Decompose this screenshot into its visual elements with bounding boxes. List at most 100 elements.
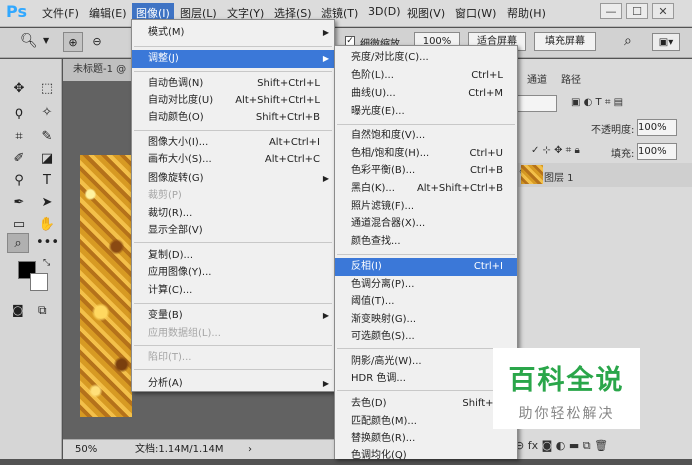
menu-item-exposure[interactable]: 曝光度(E)... — [335, 103, 517, 121]
fill-screen-button[interactable]: 填充屏幕 — [534, 32, 596, 51]
menu-item-color-balance[interactable]: 色彩平衡(B)... Ctrl+B — [335, 162, 517, 180]
eyedropper-icon[interactable]: ✎ — [36, 127, 58, 147]
menu-item-desaturate[interactable]: 去色(D)Shift+Ctrl+U — [335, 395, 527, 413]
tab-paths[interactable]: 路径 — [561, 71, 581, 86]
close-button[interactable]: ✕ — [652, 3, 674, 19]
type-tool-icon[interactable]: T — [36, 171, 58, 191]
zoom-in-icon[interactable]: ⊕ — [63, 32, 83, 52]
menu-item-mode[interactable]: 模式(M) ▶ — [132, 24, 334, 42]
adjustments-submenu: 亮度/对比度(C)... 色阶(L)... Ctrl+L 曲线(U)... Ctrl… — [334, 45, 527, 461]
tab-channels[interactable]: 通道 — [527, 71, 547, 86]
more-tools-icon[interactable]: ••• — [36, 233, 59, 253]
fill-label: 填充: — [611, 149, 635, 160]
gold-texture-image — [80, 155, 132, 417]
menu-item-replace-color[interactable]: 替换颜色(R)... — [335, 430, 517, 448]
fill-input[interactable]: 100% — [637, 143, 677, 160]
submenu-arrow-icon: ▶ — [322, 174, 329, 183]
blend-mode-select[interactable] — [517, 95, 557, 112]
menu-item-posterize[interactable]: 色调分离(P)... — [335, 276, 517, 294]
opacity-input[interactable]: 100% — [637, 119, 677, 136]
shape-tool-icon[interactable]: ▭ — [8, 215, 30, 235]
menu-item-image-rotation[interactable]: 图像旋转(G) ▶ — [132, 170, 334, 188]
menu-3d[interactable]: 3D(D) — [368, 5, 401, 18]
workspace-icon[interactable]: ▣▾ — [652, 33, 680, 51]
menu-item-hue-saturation[interactable]: 色相/饱和度(H)... Ctrl+U — [335, 145, 517, 163]
eraser-tool-icon[interactable]: ◪ — [36, 149, 58, 169]
menu-edit[interactable]: 编辑(E) — [89, 5, 127, 21]
menu-item-vibrance[interactable]: 自然饱和度(V)... — [335, 127, 517, 145]
menu-item-crop: 裁剪(P) — [148, 190, 182, 201]
menu-item-threshold[interactable]: 阈值(T)... — [335, 293, 517, 311]
menu-item-invert[interactable]: 反相(I) Ctrl+I — [335, 258, 517, 276]
menu-item-apply-image[interactable]: 应用图像(Y)... — [132, 264, 334, 282]
chevron-down-icon[interactable]: ▼ — [43, 36, 49, 45]
menu-item-curves[interactable]: 曲线(U)... Ctrl+M — [335, 85, 517, 103]
menu-item-hdr-toning[interactable]: HDR 色调... — [335, 370, 517, 388]
document-info: 文档:1.14M/1.14M — [135, 444, 224, 455]
minimize-button[interactable]: — — [600, 3, 622, 19]
zoom-out-icon[interactable]: ⊖ — [87, 32, 107, 52]
menu-item-variables[interactable]: 变量(B) ▶ — [132, 307, 334, 325]
submenu-arrow-icon: ▶ — [322, 311, 329, 320]
swap-colors-icon[interactable]: ⤡ — [43, 258, 50, 268]
menu-item-color-lookup[interactable]: 颜色查找... — [335, 233, 517, 251]
menu-item-shadows-highlights[interactable]: 阴影/高光(W)... — [335, 353, 517, 371]
menu-bar: Ps 文件(F) 编辑(E) 图像(I) 图层(L) 文字(Y) 选择(S) 滤… — [0, 0, 692, 27]
menu-file[interactable]: 文件(F) — [42, 5, 79, 21]
menu-item-auto-color[interactable]: 自动颜色(O) Shift+Ctrl+B — [132, 109, 334, 127]
lasso-tool-icon[interactable]: ϙ — [8, 103, 30, 123]
menu-item-image-size[interactable]: 图像大小(I)... Alt+Ctrl+I — [132, 134, 334, 152]
menu-window[interactable]: 窗口(W) — [455, 5, 496, 21]
menu-item-selective-color[interactable]: 可选颜色(S)... — [335, 328, 517, 346]
move-tool-icon[interactable]: ✥ — [8, 79, 30, 99]
menu-item-auto-tone[interactable]: 自动色调(N) Shift+Ctrl+L — [132, 75, 334, 93]
zoom-level-readout[interactable]: 50% — [75, 440, 97, 459]
menu-item-calculations[interactable]: 计算(C)... — [132, 282, 334, 300]
menu-item-reveal-all[interactable]: 显示全部(V) — [132, 222, 334, 240]
menu-item-brightness-contrast[interactable]: 亮度/对比度(C)... — [335, 49, 517, 67]
watermark-logo: 百科全说 助你轻松解决 — [493, 348, 640, 429]
maximize-button[interactable]: ☐ — [626, 3, 648, 19]
layer-filter-icons[interactable]: ▣ ◐ T ⌗ ▤ — [571, 97, 623, 108]
menu-item-adjustments[interactable]: 调整(J) ▶ — [132, 50, 334, 68]
chevron-right-icon[interactable]: › — [248, 440, 252, 459]
menu-item-photo-filter[interactable]: 照片滤镜(F)... — [335, 198, 517, 216]
menu-item-analysis[interactable]: 分析(A) ▶ — [132, 375, 334, 393]
submenu-arrow-icon: ▶ — [322, 379, 329, 388]
zoom-tool-icon[interactable]: ⌕ — [7, 233, 29, 253]
menu-help[interactable]: 帮助(H) — [507, 5, 546, 21]
magic-wand-icon[interactable]: ✧ — [36, 103, 58, 123]
menu-item-channel-mixer[interactable]: 通道混合器(X)... — [335, 215, 517, 233]
layer-bottom-icons[interactable]: ⊝ fx ◙ ◐ ▬ ⧉ 🗑︎ — [515, 439, 608, 453]
menu-item-match-color[interactable]: 匹配颜色(M)... — [335, 413, 517, 431]
search-icon[interactable]: ⌕ — [624, 33, 632, 49]
quick-mask-icon[interactable]: ◙ — [12, 303, 24, 317]
brush-tool-icon[interactable]: ✐ — [8, 149, 30, 169]
hand-tool-icon[interactable]: ✋ — [36, 215, 58, 235]
menu-item-auto-contrast[interactable]: 自动对比度(U) Alt+Shift+Ctrl+L — [132, 92, 334, 110]
zoom-tool-icon[interactable]: 🔍︎ — [20, 33, 38, 49]
submenu-arrow-icon: ▶ — [322, 54, 329, 63]
layer-name[interactable]: 图层 1 — [544, 169, 574, 184]
crop-tool-icon[interactable]: ⌗ — [8, 127, 30, 147]
pen-tool-icon[interactable]: ✒ — [8, 193, 30, 213]
background-color-swatch[interactable] — [30, 273, 48, 291]
menu-item-black-white[interactable]: 黑白(K)... Alt+Shift+Ctrl+B — [335, 180, 517, 198]
menu-item-canvas-size[interactable]: 画布大小(S)... Alt+Ctrl+C — [132, 151, 334, 169]
menu-view[interactable]: 视图(V) — [407, 5, 445, 21]
marquee-tool-icon[interactable]: ⬚ — [36, 79, 58, 99]
submenu-arrow-icon: ▶ — [322, 28, 329, 37]
menu-item-apply-data-set: 应用数据组(L)... — [148, 328, 221, 339]
photoshop-logo: Ps — [6, 2, 27, 21]
clone-stamp-icon[interactable]: ⚲ — [8, 171, 30, 191]
menu-item-gradient-map[interactable]: 渐变映射(G)... — [335, 311, 517, 329]
menu-item-trim[interactable]: 裁切(R)... — [132, 205, 334, 223]
tools-panel: ✥ ⬚ ϙ ✧ ⌗ ✎ ✐ ◪ ⚲ T ✒ ➤ ▭ ✋ ⌕ ••• ⤡ ◙ ⧉ — [0, 59, 62, 459]
lock-icons[interactable]: ✓ ⊹ ✥ ⌗ 🔒︎ — [531, 145, 580, 156]
menu-item-levels[interactable]: 色阶(L)... Ctrl+L — [335, 67, 517, 85]
menu-item-equalize[interactable]: 色调均化(Q) — [335, 447, 517, 465]
menu-item-duplicate[interactable]: 复制(D)... — [132, 247, 334, 265]
path-select-icon[interactable]: ➤ — [36, 193, 58, 213]
screen-mode-icon[interactable]: ⧉ — [38, 303, 47, 318]
menu-item-trap: 陷印(T)... — [148, 352, 192, 363]
